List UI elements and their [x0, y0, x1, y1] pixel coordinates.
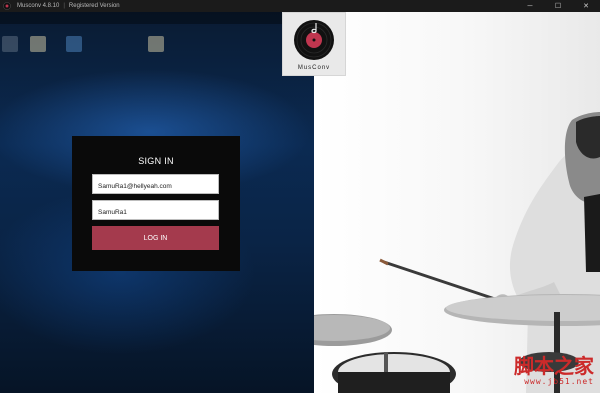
- minimize-button[interactable]: ─: [516, 0, 544, 12]
- watermark: 脚本之家 www.jb51.net: [514, 356, 594, 386]
- watermark-text: 脚本之家: [514, 354, 594, 378]
- email-field[interactable]: [92, 174, 219, 196]
- maximize-button[interactable]: ☐: [544, 0, 572, 12]
- sign-in-panel: SIGN IN LOG IN: [72, 136, 240, 271]
- desktop-taskbar-strip: [0, 12, 282, 24]
- password-input[interactable]: [93, 203, 218, 222]
- title-bar: Musconv 4.8.10 | Registered Version ─ ☐ …: [0, 0, 600, 12]
- registration-status: Registered Version: [68, 3, 120, 9]
- app-icon: [66, 36, 82, 52]
- log-in-button[interactable]: LOG IN: [92, 226, 219, 250]
- document-icon: [2, 36, 18, 52]
- window-title: Musconv 4.8.10: [17, 3, 60, 9]
- title-separator: |: [63, 3, 65, 9]
- document-icon: [30, 36, 46, 52]
- window-controls: ─ ☐ ✕: [516, 0, 600, 12]
- email-input[interactable]: [93, 177, 218, 196]
- close-button[interactable]: ✕: [572, 0, 600, 12]
- watermark-url: www.jb51.net: [524, 377, 594, 386]
- logo-text: MusConv: [297, 65, 331, 71]
- musconv-app-icon: [3, 2, 11, 10]
- drummer-photo: [314, 12, 600, 393]
- musconv-logo: MusConv: [282, 12, 346, 76]
- sign-in-title: SIGN IN: [138, 156, 174, 166]
- drummer-illustration: [314, 112, 600, 393]
- password-field[interactable]: [92, 200, 219, 222]
- document-icon: [148, 36, 164, 52]
